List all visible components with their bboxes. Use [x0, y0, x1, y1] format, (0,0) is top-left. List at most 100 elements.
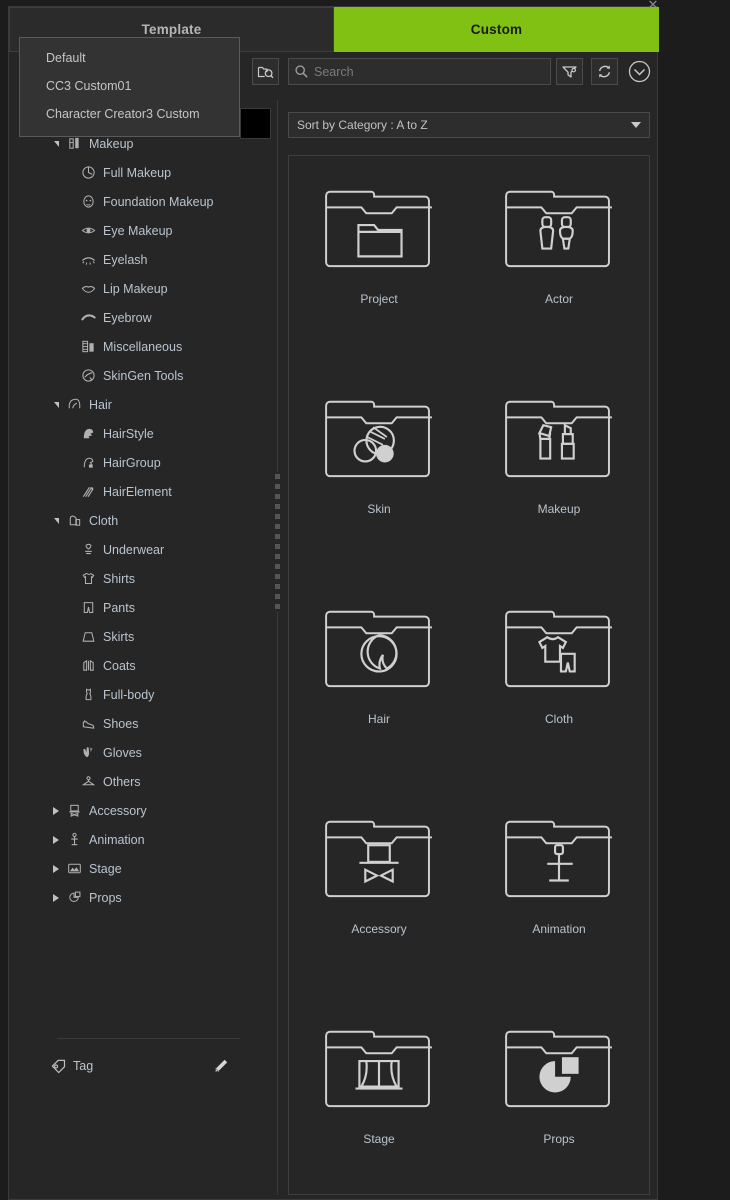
selected-color-swatch[interactable]: [240, 108, 271, 139]
folder-item-props[interactable]: Props: [469, 1018, 649, 1194]
tree-item-full-body[interactable]: Full-body: [19, 680, 240, 709]
tree-item-label: Accessory: [89, 803, 147, 818]
tree-item-hair[interactable]: Hair: [19, 390, 240, 419]
tree-item-underwear[interactable]: Underwear: [19, 535, 240, 564]
browse-folder-button[interactable]: [252, 58, 279, 85]
folder-item-makeup[interactable]: Makeup: [469, 388, 649, 598]
chevron-down-icon[interactable]: [49, 390, 63, 419]
tree-item-cloth[interactable]: Cloth: [19, 506, 240, 535]
tag-label: Tag: [73, 1059, 94, 1073]
tree-item-label: Gloves: [103, 745, 142, 760]
hair-icon: [63, 390, 85, 419]
folder-grid: Project Actor Skin Makeup Hair Cloth Accessory…: [289, 156, 649, 1194]
chevron-right-icon[interactable]: [49, 854, 63, 883]
tree-item-label: HairElement: [103, 484, 172, 499]
underwear-icon: [77, 535, 99, 564]
tree-item-gloves[interactable]: Gloves: [19, 738, 240, 767]
refresh-icon: [598, 65, 611, 78]
folder-cloth-icon: [500, 598, 618, 699]
tree-item-pants[interactable]: Pants: [19, 593, 240, 622]
refresh-button[interactable]: [591, 58, 618, 85]
folder-search-icon: [257, 66, 274, 78]
tree-item-label: Eyebrow: [103, 310, 152, 325]
filter-button[interactable]: [556, 58, 583, 85]
preset-dropdown-list[interactable]: Default CC3 Custom01 Character Creator3 Cu…: [19, 37, 240, 137]
tree-item-skirts[interactable]: Skirts: [19, 622, 240, 651]
expand-options-button[interactable]: [626, 58, 653, 85]
eye-makeup-icon: [77, 216, 99, 245]
tree-item-coats[interactable]: Coats: [19, 651, 240, 680]
tree-item-label: Coats: [103, 658, 136, 673]
tree-item-eyebrow[interactable]: Eyebrow: [19, 303, 240, 332]
tree-item-skingen-tools[interactable]: SkinGen Tools: [19, 361, 240, 390]
tree-item-hairstyle[interactable]: HairStyle: [19, 419, 240, 448]
search-box[interactable]: [288, 58, 551, 85]
folder-item-cloth[interactable]: Cloth: [469, 598, 649, 808]
filter-icon: [562, 66, 577, 78]
search-input[interactable]: [314, 64, 544, 79]
tree-item-accessory[interactable]: Accessory: [19, 796, 240, 825]
cloth-icon: [63, 506, 85, 535]
chevron-down-circle-icon: [628, 60, 651, 83]
tree-item-shirts[interactable]: Shirts: [19, 564, 240, 593]
folder-item-label: Props: [543, 1132, 575, 1146]
folder-item-project[interactable]: Project: [289, 178, 469, 388]
folder-item-label: Makeup: [537, 502, 581, 516]
category-tree-panel: SkinMakeupFull MakeupFoundation MakeupEy…: [19, 100, 240, 1195]
preset-option-cc3-custom01[interactable]: CC3 Custom01: [20, 72, 239, 100]
hairstyle-icon: [77, 419, 99, 448]
folder-item-stage[interactable]: Stage: [289, 1018, 469, 1194]
tree-item-props[interactable]: Props: [19, 883, 240, 912]
folder-item-animation[interactable]: Animation: [469, 808, 649, 1018]
tree-item-animation[interactable]: Animation: [19, 825, 240, 854]
preset-option-character-creator3-custom[interactable]: Character Creator3 Custom: [20, 100, 239, 128]
chevron-down-icon[interactable]: [49, 506, 63, 535]
folder-item-label: Stage: [363, 1132, 395, 1146]
folder-item-accessory[interactable]: Accessory: [289, 808, 469, 1018]
tree-item-label: Skirts: [103, 629, 135, 644]
folder-item-actor[interactable]: Actor: [469, 178, 649, 388]
folder-item-hair[interactable]: Hair: [289, 598, 469, 808]
tree-item-miscellaneous[interactable]: Miscellaneous: [19, 332, 240, 361]
folder-item-label: Actor: [544, 292, 573, 306]
folder-item-label: Skin: [367, 502, 391, 516]
preset-option-default[interactable]: Default: [20, 44, 239, 72]
chevron-right-icon[interactable]: [49, 825, 63, 854]
tree-item-eye-makeup[interactable]: Eye Makeup: [19, 216, 240, 245]
tree-item-eyelash[interactable]: Eyelash: [19, 245, 240, 274]
tree-divider: [57, 1038, 240, 1039]
folder-item-label: Accessory: [351, 922, 407, 936]
tree-item-foundation-makeup[interactable]: Foundation Makeup: [19, 187, 240, 216]
tree-item-shoes[interactable]: Shoes: [19, 709, 240, 738]
category-tree: SkinMakeupFull MakeupFoundation MakeupEy…: [19, 100, 240, 912]
panel-splitter[interactable]: [274, 100, 282, 1195]
tag-row[interactable]: Tag: [19, 1052, 240, 1080]
tree-item-label: Pants: [103, 600, 135, 615]
folder-actor-icon: [500, 178, 618, 279]
tree-item-label: Hair: [89, 397, 112, 412]
splitter-grip[interactable]: [275, 474, 280, 610]
tree-item-full-makeup[interactable]: Full Makeup: [19, 158, 240, 187]
eyelash-icon: [77, 245, 99, 274]
tree-item-others[interactable]: Others: [19, 767, 240, 796]
tree-item-hairelement[interactable]: HairElement: [19, 477, 240, 506]
tree-item-hairgroup[interactable]: HairGroup: [19, 448, 240, 477]
fullbody-icon: [77, 680, 99, 709]
chevron-right-icon[interactable]: [49, 883, 63, 912]
tree-item-stage[interactable]: Stage: [19, 854, 240, 883]
tree-item-lip-makeup[interactable]: Lip Makeup: [19, 274, 240, 303]
folder-item-label: Project: [360, 292, 398, 306]
tag-edit-button[interactable]: [208, 1052, 232, 1080]
chevron-right-icon[interactable]: [49, 796, 63, 825]
app-root: ✕ Template Custom CC3 Custom01: [0, 0, 730, 1200]
sort-dropdown[interactable]: Sort by Category : A to Z: [288, 112, 650, 138]
folder-item-label: Hair: [367, 712, 390, 726]
tab-custom[interactable]: Custom: [334, 7, 659, 52]
tree-item-label: Cloth: [89, 513, 119, 528]
props-icon: [63, 883, 85, 912]
close-icon[interactable]: ✕: [644, 0, 662, 14]
tree-item-label: Shoes: [103, 716, 139, 731]
hairgroup-icon: [77, 448, 99, 477]
folder-item-skin[interactable]: Skin: [289, 388, 469, 598]
hairelement-icon: [77, 477, 99, 506]
